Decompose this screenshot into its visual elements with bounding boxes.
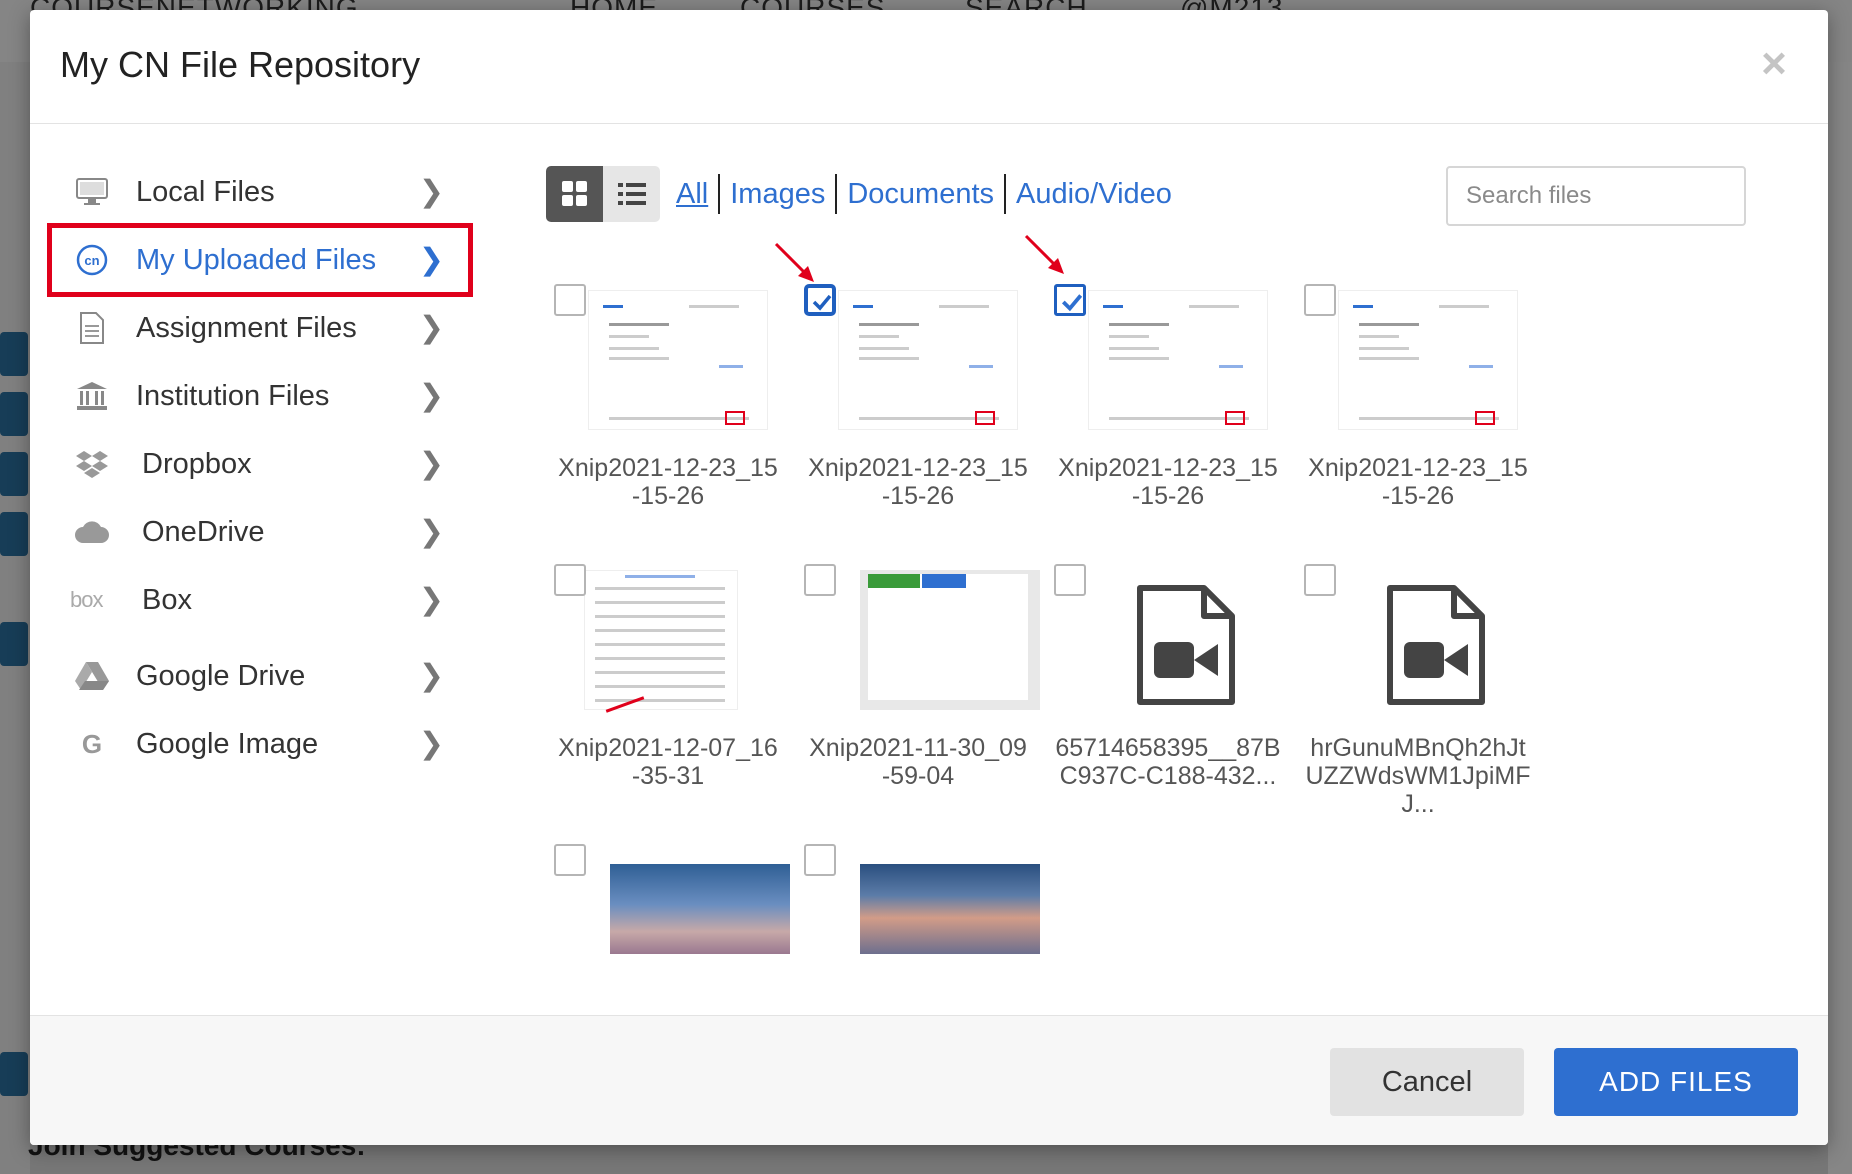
file-thumbnail: [588, 290, 768, 430]
google-drive-icon: [70, 654, 114, 698]
view-mode-toggle: [546, 166, 660, 222]
file-name: 65714658395__87B C937C-C188-432...: [1055, 734, 1281, 790]
file-name: Xnip2021-12-23_15 -15-26: [808, 454, 1028, 510]
file-checkbox[interactable]: [554, 844, 586, 876]
file-checkbox[interactable]: [804, 844, 836, 876]
sidebar-item-label: Box: [142, 583, 192, 616]
red-arrow-annotation: [1024, 234, 1064, 274]
filter-all[interactable]: All: [666, 178, 718, 211]
file-thumbnail: [1338, 290, 1518, 430]
sidebar-item-google-drive[interactable]: Google Drive ❯: [50, 642, 470, 710]
chevron-right-icon: ❯: [418, 727, 444, 761]
filter-images[interactable]: Images: [720, 178, 835, 211]
chevron-right-icon: ❯: [418, 243, 444, 277]
sidebar-item-assignment-files[interactable]: Assignment Files ❯: [50, 294, 470, 362]
file-name: hrGunuMBnQh2hJt UZZWdsWM1JpiMF J...: [1305, 734, 1531, 818]
sidebar-item-dropbox[interactable]: Dropbox ❯: [50, 430, 470, 498]
cloud-icon: [70, 510, 114, 554]
sidebar-item-onedrive[interactable]: OneDrive ❯: [50, 498, 470, 566]
file-checkbox[interactable]: [804, 564, 836, 596]
google-icon: G: [70, 722, 114, 766]
sunset-clouds-image-thumbnail: [860, 864, 1040, 954]
sidebar-item-label: Assignment Files: [136, 311, 357, 344]
filter-documents[interactable]: Documents: [837, 178, 1004, 211]
file-card[interactable]: [804, 844, 1054, 984]
file-name: Xnip2021-12-23_15 -15-26: [1058, 454, 1278, 510]
grid-icon: [561, 181, 587, 206]
file-repository-modal: My CN File Repository × Local Files ❯ cn…: [30, 10, 1828, 1145]
sidebar-item-label: Dropbox: [142, 447, 252, 480]
sky-image-thumbnail: [610, 864, 790, 954]
document-icon: [70, 306, 114, 350]
sidebar-item-box[interactable]: box Box ❯: [50, 566, 470, 634]
chevron-right-icon: ❯: [418, 659, 444, 693]
chevron-right-icon: ❯: [418, 175, 444, 209]
modal-title: My CN File Repository: [60, 44, 421, 85]
file-checkbox[interactable]: [1304, 284, 1336, 316]
sidebar-item-label: My Uploaded Files: [136, 243, 377, 276]
file-type-filters: All Images Documents Audio/Video: [666, 170, 1182, 218]
chevron-right-icon: ❯: [418, 447, 444, 481]
file-name: Xnip2021-12-07_16 -35-31: [558, 734, 778, 790]
svg-text:box: box: [70, 588, 103, 612]
file-name: Xnip2021-11-30_09 -59-04: [809, 734, 1027, 790]
source-sidebar: Local Files ❯ cn My Uploaded Files ❯ Ass…: [47, 158, 473, 778]
sidebar-item-label: Institution Files: [136, 379, 330, 412]
checkmark-icon: [1061, 294, 1083, 312]
modal-header: My CN File Repository ×: [30, 10, 1828, 124]
modal-footer: Cancel ADD FILES: [30, 1015, 1828, 1145]
file-name: Xnip2021-12-23_15 -15-26: [1308, 454, 1528, 510]
file-thumbnail: [1088, 290, 1268, 430]
institution-icon: [70, 374, 114, 418]
svg-text:G: G: [82, 731, 102, 757]
file-thumbnail: [860, 570, 1040, 710]
sidebar-item-label: Google Image: [136, 727, 319, 760]
search-files-input[interactable]: [1446, 166, 1746, 226]
sidebar-item-google-image[interactable]: G Google Image ❯: [50, 710, 470, 778]
sidebar-item-local-files[interactable]: Local Files ❯: [50, 158, 470, 226]
sidebar-item-my-uploaded-files[interactable]: cn My Uploaded Files ❯: [47, 223, 473, 297]
add-files-button[interactable]: ADD FILES: [1554, 1048, 1798, 1116]
close-icon[interactable]: ×: [1754, 42, 1794, 86]
sidebar-item-label: Google Drive: [136, 659, 306, 692]
cancel-button[interactable]: Cancel: [1330, 1048, 1524, 1116]
chevron-right-icon: ❯: [418, 583, 444, 617]
sidebar-item-label: OneDrive: [142, 515, 265, 548]
list-view-button[interactable]: [603, 166, 660, 222]
monitor-icon: [70, 170, 114, 214]
filter-audio-video[interactable]: Audio/Video: [1006, 178, 1182, 211]
file-checkbox[interactable]: [554, 564, 586, 596]
file-checkbox[interactable]: [1054, 564, 1086, 596]
file-card[interactable]: [554, 844, 804, 984]
chevron-right-icon: ❯: [418, 515, 444, 549]
dropbox-icon: [70, 442, 114, 486]
sidebar-item-institution-files[interactable]: Institution Files ❯: [50, 362, 470, 430]
box-logo-icon: box: [70, 578, 114, 622]
cn-logo-icon: cn: [70, 238, 114, 282]
file-thumbnail: [584, 570, 738, 713]
svg-text:cn: cn: [84, 253, 99, 268]
file-thumbnail: [838, 290, 1018, 430]
chevron-right-icon: ❯: [418, 379, 444, 413]
file-checkbox[interactable]: [1304, 564, 1336, 596]
file-name: Xnip2021-12-23_15 -15-26: [558, 454, 778, 510]
list-icon: [617, 183, 646, 205]
red-arrow-annotation: [774, 242, 814, 282]
chevron-right-icon: ❯: [418, 311, 444, 345]
file-checkbox[interactable]: [554, 284, 586, 316]
video-file-icon: [1384, 584, 1488, 708]
sidebar-item-label: Local Files: [136, 175, 275, 208]
video-file-icon: [1134, 584, 1238, 708]
grid-view-button[interactable]: [546, 166, 603, 222]
